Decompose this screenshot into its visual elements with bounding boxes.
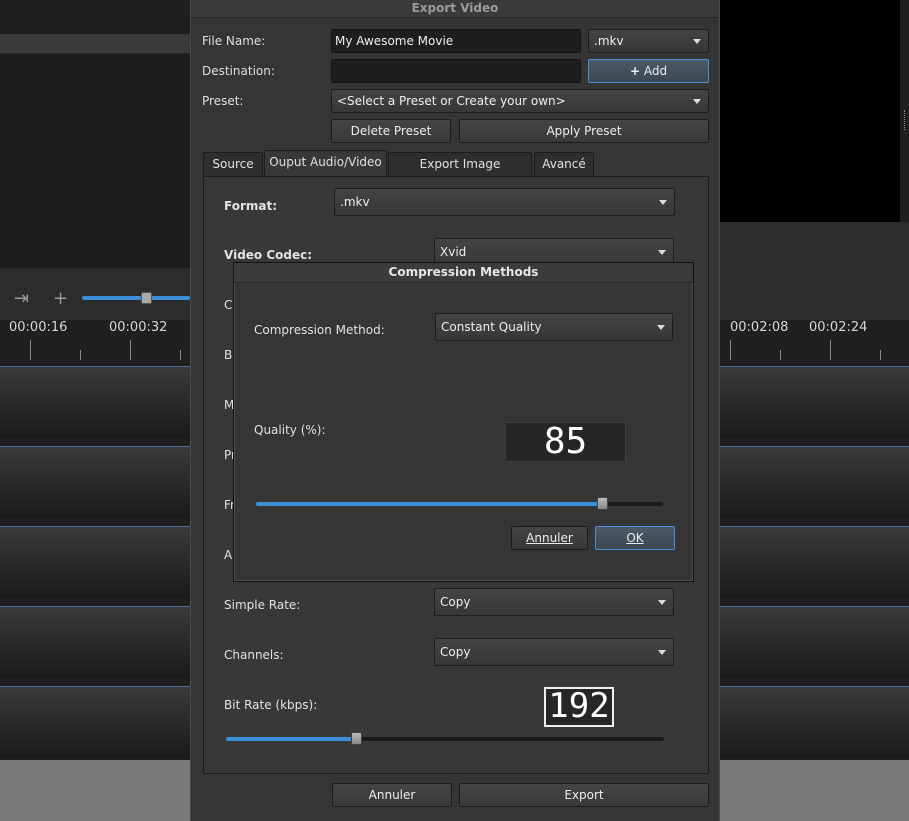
zoom-slider-track[interactable]: [82, 296, 190, 300]
bg-header-bar: [0, 34, 190, 54]
destination-input[interactable]: [331, 59, 581, 83]
quality-slider-fill: [256, 502, 602, 506]
preset-combo[interactable]: <Select a Preset or Create your own>: [331, 89, 709, 113]
simple-rate-combo[interactable]: Copy: [434, 588, 674, 616]
extension-value: .mkv: [594, 34, 624, 48]
chevron-down-icon: [657, 325, 665, 330]
ruler-label: 00:02:08: [730, 320, 789, 335]
channels-label: Channels:: [224, 648, 284, 662]
ruler-label: 00:00:32: [109, 320, 168, 335]
quality-slider[interactable]: [256, 497, 663, 510]
apply-preset-button[interactable]: Apply Preset: [459, 119, 709, 143]
destination-label: Destination:: [202, 64, 275, 78]
chevron-down-icon: [693, 99, 701, 104]
simple-rate-label: Simple Rate:: [224, 598, 301, 612]
cancel-button[interactable]: Annuler: [332, 783, 452, 807]
video-preview: [720, 0, 900, 222]
chevron-down-icon: [659, 200, 667, 205]
file-name-input[interactable]: My Awesome Movie: [331, 29, 581, 53]
export-button[interactable]: Export: [459, 783, 709, 807]
compression-cancel-label: Annuler: [526, 531, 573, 545]
format-value: .mkv: [340, 195, 370, 209]
jump-end-icon[interactable]: ⇥: [14, 288, 29, 309]
dialog-title: Export Video: [191, 0, 719, 18]
bitrate-slider[interactable]: [226, 732, 664, 745]
preset-value: <Select a Preset or Create your own>: [337, 94, 566, 108]
zoom-slider-knob[interactable]: [141, 292, 152, 304]
add-button-label: Add: [643, 64, 668, 78]
bg-right-panel: [720, 222, 909, 268]
chevron-down-icon: [658, 600, 666, 605]
add-track-icon[interactable]: +: [53, 288, 68, 309]
add-button[interactable]: + Add: [588, 59, 709, 83]
format-label: Format:: [224, 199, 278, 213]
compression-methods-dialog: Compression Methods Compression Method: …: [233, 262, 694, 582]
ruler-label: 00:02:24: [809, 320, 868, 335]
compression-cancel-button[interactable]: Annuler: [511, 526, 588, 550]
splitter-handle[interactable]: [904, 110, 907, 130]
bitrate-lcd: 192: [544, 687, 614, 727]
bitrate-label: Bit Rate (kbps):: [224, 698, 318, 712]
ok-label: OK: [626, 531, 644, 545]
video-codec-value: Xvid: [440, 245, 467, 259]
quality-label: Quality (%):: [254, 423, 326, 437]
ruler-label: 00:00:16: [9, 320, 68, 335]
simple-rate-value: Copy: [440, 595, 471, 609]
bitrate-slider-handle[interactable]: [351, 732, 362, 745]
delete-preset-button[interactable]: Delete Preset: [331, 119, 451, 143]
tab-output-audio-video[interactable]: Ouput Audio/Video: [264, 150, 387, 178]
extension-combo[interactable]: .mkv: [588, 29, 709, 53]
chevron-down-icon: [658, 250, 666, 255]
tab-export-image-sequence[interactable]: Export Image Sequence: [388, 152, 532, 194]
preset-label: Preset:: [202, 94, 244, 108]
video-codec-label: Video Codec:: [224, 248, 313, 262]
compression-dialog-title: Compression Methods: [234, 263, 693, 283]
compression-method-combo[interactable]: Constant Quality: [435, 313, 673, 341]
plus-icon: +: [629, 64, 640, 78]
chevron-down-icon: [658, 650, 666, 655]
bitrate-slider-fill: [226, 737, 356, 741]
quality-slider-handle[interactable]: [597, 497, 608, 510]
channels-combo[interactable]: Copy: [434, 638, 674, 666]
tab-source[interactable]: Source: [203, 152, 263, 177]
channels-value: Copy: [440, 645, 471, 659]
tab-advanced[interactable]: Avancé: [534, 152, 594, 177]
compression-method-value: Constant Quality: [441, 320, 542, 334]
compression-method-label: Compression Method:: [254, 323, 385, 337]
quality-lcd: 85: [505, 422, 626, 462]
bg-left-panel: [0, 54, 190, 268]
format-combo[interactable]: .mkv: [334, 188, 675, 216]
file-name-label: File Name:: [202, 34, 266, 48]
ok-button[interactable]: OK: [595, 526, 675, 550]
chevron-down-icon: [693, 39, 701, 44]
